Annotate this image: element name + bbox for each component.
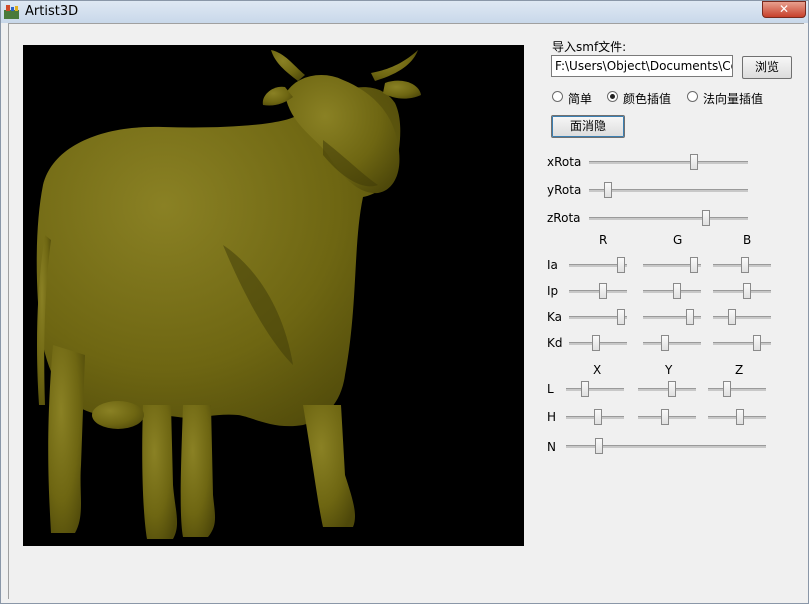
light-slider-l-y-track [638, 388, 696, 391]
rotation-slider-yrota-track [589, 189, 748, 192]
light-col-y: Y [665, 363, 673, 377]
close-button[interactable]: ✕ [762, 1, 806, 18]
material-col-b: B [743, 233, 752, 247]
material-col-g: G [673, 233, 683, 247]
rotation-label-xrota: xRota [547, 155, 582, 169]
light-slider-h-y[interactable] [638, 408, 696, 426]
light-slider-l-x-track [566, 388, 624, 391]
rotation-slider-zrota-thumb[interactable] [702, 210, 711, 226]
material-slider-kd-b[interactable] [713, 334, 771, 352]
material-row-ip: Ip [547, 284, 559, 298]
material-slider-kd-g[interactable] [643, 334, 701, 352]
material-slider-ka-r[interactable] [569, 308, 627, 326]
cow-render-image [36, 50, 421, 539]
material-row-ia: Ia [547, 258, 558, 272]
material-col-r: R [599, 233, 608, 247]
app-icon [4, 5, 19, 19]
cow-model [36, 50, 421, 539]
material-slider-ia-b-thumb[interactable] [740, 257, 749, 273]
smf-path-input[interactable]: F:\Users\Object\Documents\Cou [551, 55, 733, 77]
material-slider-ka-b-thumb[interactable] [728, 309, 736, 325]
material-slider-ip-g[interactable] [643, 282, 701, 300]
material-slider-kd-r[interactable] [569, 334, 627, 352]
material-slider-ia-g-thumb[interactable] [689, 257, 698, 273]
light-row-h: H [547, 410, 557, 424]
material-slider-ia-r[interactable] [569, 256, 627, 274]
render-viewport[interactable] [23, 45, 524, 546]
material-slider-ip-b-thumb[interactable] [743, 283, 751, 299]
material-row-kd: Kd [547, 336, 563, 350]
browse-button[interactable]: 浏览 [742, 56, 792, 79]
material-slider-ip-r-thumb[interactable] [599, 283, 607, 299]
material-slider-ip-g-track [643, 290, 701, 293]
light-slider-l-z-track [708, 388, 766, 391]
radio-color-interp[interactable]: 颜色插值 [607, 90, 687, 106]
rotation-slider-yrota-thumb[interactable] [604, 182, 613, 198]
light-slider-l-y-thumb[interactable] [668, 381, 676, 397]
rotation-slider-xrota-track [589, 161, 748, 164]
material-slider-kd-g-track [643, 342, 701, 345]
n-label: N [547, 440, 556, 454]
light-slider-l-x-thumb[interactable] [581, 381, 589, 397]
radio-simple[interactable]: 简单 [552, 90, 600, 106]
light-slider-l-z-thumb[interactable] [723, 381, 731, 397]
rotation-slider-xrota[interactable] [589, 153, 748, 171]
light-slider-h-x[interactable] [566, 408, 624, 426]
material-slider-kd-b-thumb[interactable] [753, 335, 761, 351]
title-bar[interactable]: Artist3D ✕ [1, 1, 808, 23]
window-title: Artist3D [25, 4, 79, 19]
radio-normal-interp-circle[interactable] [687, 91, 698, 102]
radio-color-interp-circle[interactable] [607, 91, 618, 102]
close-icon: ✕ [778, 2, 790, 16]
light-slider-h-x-thumb[interactable] [593, 409, 602, 425]
rotation-label-zrota: zRota [547, 211, 581, 225]
material-slider-ka-b-track [713, 316, 771, 319]
material-slider-ia-g[interactable] [643, 256, 701, 274]
radio-color-interp-label: 颜色插值 [623, 92, 672, 106]
light-col-z: Z [735, 363, 744, 377]
material-slider-ip-b[interactable] [713, 282, 771, 300]
light-slider-h-y-thumb[interactable] [660, 409, 669, 425]
rotation-slider-xrota-thumb[interactable] [690, 154, 699, 170]
material-slider-kd-b-track [713, 342, 771, 345]
light-col-x: X [593, 363, 602, 377]
light-slider-h-z[interactable] [708, 408, 766, 426]
material-slider-ka-g[interactable] [643, 308, 701, 326]
material-slider-ip-b-track [713, 290, 771, 293]
material-slider-ia-r-thumb[interactable] [616, 257, 625, 273]
radio-normal-interp-label: 法向量插值 [703, 92, 764, 106]
material-slider-ip-g-thumb[interactable] [673, 283, 681, 299]
material-slider-ka-b[interactable] [713, 308, 771, 326]
radio-simple-label: 简单 [568, 92, 593, 106]
light-slider-h-z-thumb[interactable] [735, 409, 744, 425]
rotation-slider-zrota[interactable] [589, 209, 748, 227]
n-slider[interactable] [566, 437, 766, 455]
material-slider-kd-r-thumb[interactable] [591, 335, 600, 351]
shading-radio-group: 简单 颜色插值 法向量插值 [552, 90, 792, 106]
rotation-slider-zrota-track [589, 217, 748, 220]
material-slider-ip-r[interactable] [569, 282, 627, 300]
material-row-ka: Ka [547, 310, 563, 324]
material-slider-ka-g-thumb[interactable] [685, 309, 694, 325]
light-slider-l-x[interactable] [566, 380, 624, 398]
n-slider-thumb[interactable] [594, 438, 603, 454]
radio-normal-interp[interactable]: 法向量插值 [687, 90, 787, 106]
material-slider-ka-r-thumb[interactable] [616, 309, 625, 325]
smf-file-label: 导入smf文件: [552, 40, 627, 54]
light-slider-l-y[interactable] [638, 380, 696, 398]
radio-simple-circle[interactable] [552, 91, 563, 102]
rotation-label-yrota: yRota [547, 183, 582, 197]
light-slider-l-z[interactable] [708, 380, 766, 398]
material-slider-ia-b[interactable] [713, 256, 771, 274]
light-row-l: L [547, 382, 554, 396]
rotation-slider-yrota[interactable] [589, 181, 748, 199]
hidden-surface-button[interactable]: 面消隐 [551, 115, 625, 138]
material-slider-ip-r-track [569, 290, 627, 293]
material-slider-kd-g-thumb[interactable] [660, 335, 669, 351]
